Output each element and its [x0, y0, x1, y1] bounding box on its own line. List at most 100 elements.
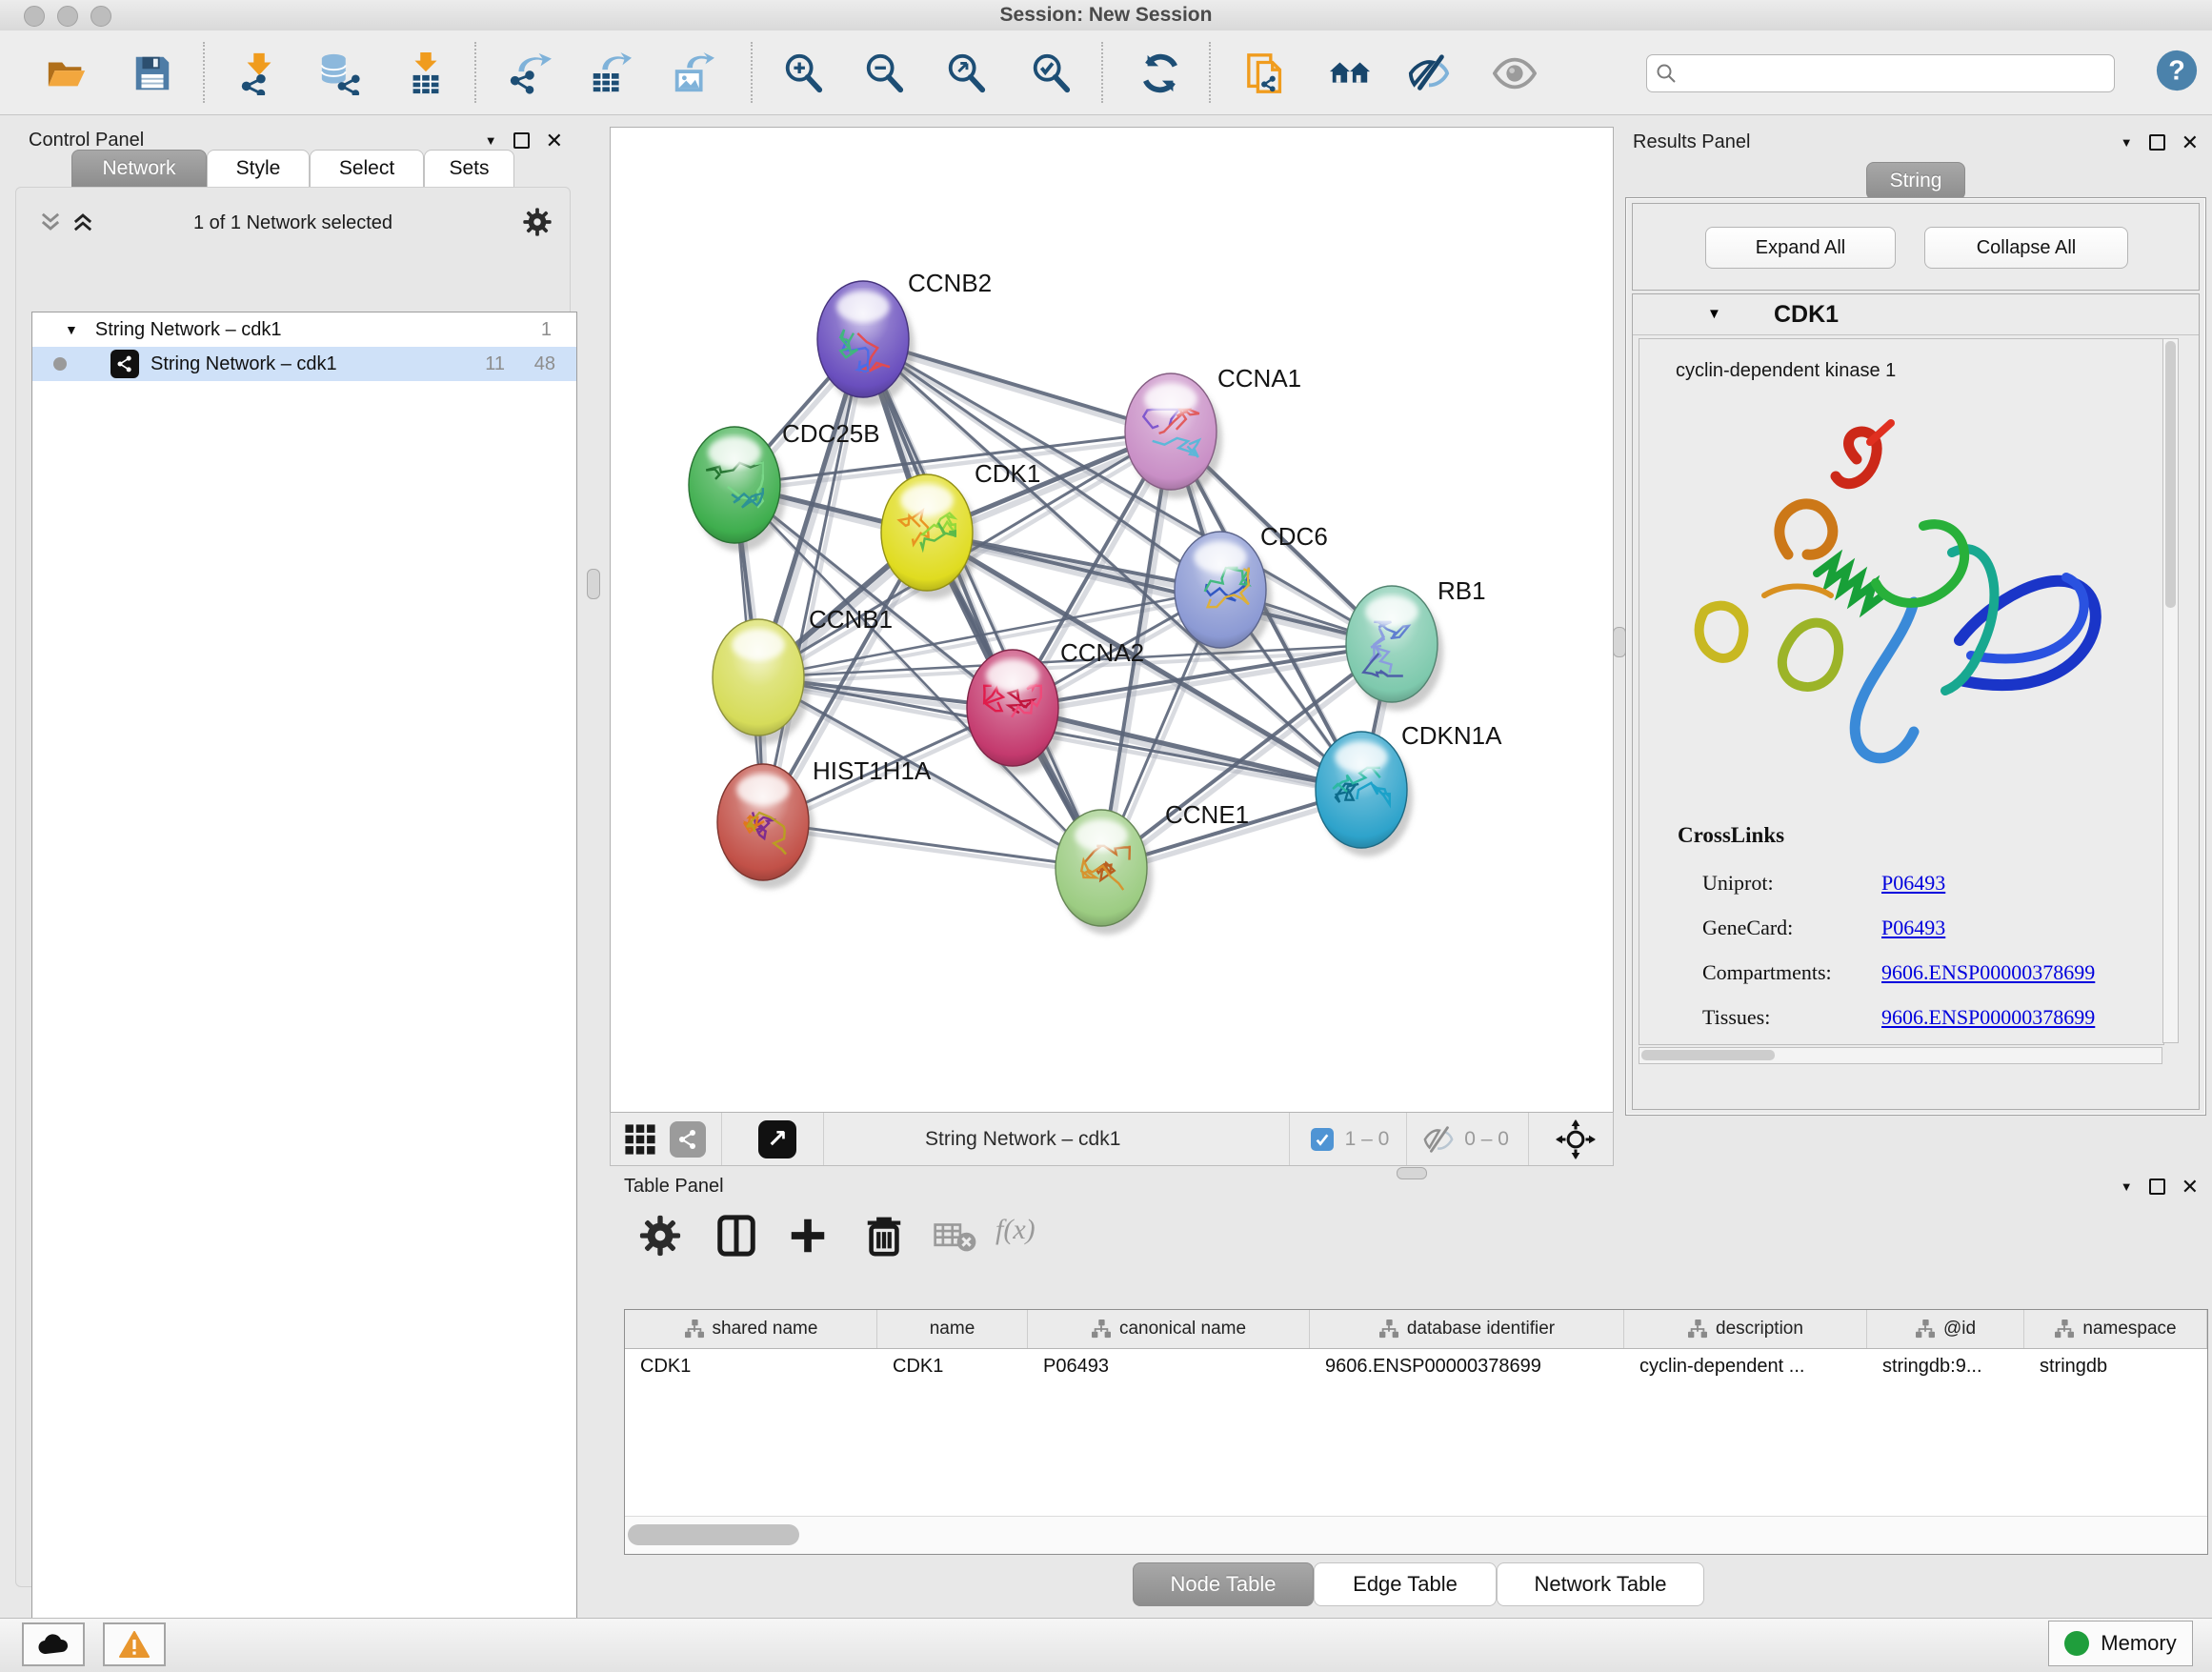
results-horizontal-scrollbar-thumb[interactable] — [1641, 1050, 1775, 1060]
edge-CCNA2-CDKN1A[interactable] — [1013, 708, 1361, 790]
control-panel-float-icon[interactable] — [513, 132, 530, 149]
zoom-fit-icon[interactable] — [944, 51, 988, 95]
table-row[interactable]: CDK1CDK1P064939606.ENSP00000378699cyclin… — [625, 1349, 2207, 1384]
node-label-CDC25B: CDC25B — [782, 419, 880, 448]
network-view-mode-icon[interactable] — [670, 1121, 706, 1158]
control-panel-close-icon[interactable]: ✕ — [546, 134, 563, 148]
network-options-gear-icon[interactable] — [522, 207, 553, 237]
zoom-in-icon[interactable] — [781, 51, 825, 95]
results-panel-float-icon[interactable] — [2149, 134, 2165, 151]
zoom-out-icon[interactable] — [862, 51, 906, 95]
results-panel-close-icon[interactable]: ✕ — [2182, 136, 2199, 150]
zoom-selected-icon[interactable] — [1029, 51, 1073, 95]
birdseye-crosshair-icon[interactable] — [1556, 1119, 1596, 1159]
tab-node-table[interactable]: Node Table — [1133, 1562, 1314, 1606]
table-horizontal-scrollbar[interactable] — [625, 1516, 2207, 1554]
table-cell[interactable]: P06493 — [1028, 1349, 1310, 1384]
export-table-icon[interactable] — [588, 51, 632, 95]
column-header-namespace[interactable]: namespace — [2024, 1310, 2207, 1348]
column-header-shared-name[interactable]: shared name — [625, 1310, 877, 1348]
node-RB1[interactable] — [1346, 586, 1443, 711]
collection-expander-icon[interactable]: ▼ — [65, 322, 78, 337]
window-zoom-button[interactable] — [90, 6, 111, 27]
delete-column-icon[interactable] — [862, 1214, 906, 1258]
results-panel-collapse-icon[interactable]: ▼ — [2121, 135, 2133, 150]
collapse-all-button[interactable]: Collapse All — [1924, 227, 2128, 269]
column-header-description[interactable]: description — [1624, 1310, 1867, 1348]
string-network-graph[interactable]: CCNB2CCNA1CDC25BCDK1CDC6RB1CCNB1CCNA2CDK… — [611, 128, 1613, 1112]
export-network-icon[interactable] — [508, 51, 552, 95]
network-row-selected[interactable]: String Network – cdk1 11 48 — [32, 347, 576, 381]
open-folder-icon[interactable] — [45, 51, 89, 95]
network-canvas[interactable]: CCNB2CCNA1CDC25BCDK1CDC6RB1CCNB1CCNA2CDK… — [610, 127, 1614, 1113]
import-table-icon[interactable] — [404, 51, 448, 95]
clone-network-icon[interactable] — [1245, 51, 1289, 95]
crosslink-label: GeneCard: — [1702, 916, 1793, 940]
tab-string[interactable]: String — [1866, 162, 1965, 200]
first-neighbors-icon[interactable] — [1328, 51, 1372, 95]
show-columns-icon[interactable] — [714, 1214, 758, 1258]
memory-button[interactable]: Memory — [2048, 1621, 2193, 1666]
window-minimize-button[interactable] — [57, 6, 78, 27]
table-panel-close-icon[interactable]: ✕ — [2182, 1180, 2199, 1194]
node-CCNE1[interactable] — [1056, 810, 1153, 935]
node-CCNA1[interactable] — [1125, 373, 1222, 498]
export-image-icon[interactable] — [671, 51, 714, 95]
cloud-sync-button[interactable] — [22, 1622, 85, 1666]
table-horizontal-scrollbar-thumb[interactable] — [628, 1524, 799, 1545]
selected-indicator-checkbox[interactable] — [1311, 1128, 1334, 1151]
control-panel-collapse-icon[interactable]: ▼ — [485, 133, 497, 148]
hide-selected-icon[interactable] — [1407, 51, 1451, 95]
tab-style[interactable]: Style — [207, 150, 310, 188]
left-splitter-handle[interactable] — [587, 569, 600, 599]
import-network-from-database-icon[interactable] — [318, 51, 362, 95]
add-column-icon[interactable] — [786, 1214, 830, 1258]
refresh-icon[interactable] — [1138, 51, 1182, 95]
column-header-database-identifier[interactable]: database identifier — [1310, 1310, 1624, 1348]
tab-select[interactable]: Select — [310, 150, 424, 188]
current-network-name: String Network – cdk1 — [925, 1128, 1120, 1151]
network-current-dot — [53, 357, 67, 371]
save-session-icon[interactable] — [131, 51, 174, 95]
table-panel-float-icon[interactable] — [2149, 1178, 2165, 1195]
column-header--id[interactable]: @id — [1867, 1310, 2024, 1348]
search-input[interactable] — [1685, 62, 2114, 85]
window-close-button[interactable] — [24, 6, 45, 27]
tab-edge-table[interactable]: Edge Table — [1314, 1562, 1497, 1606]
tab-network[interactable]: Network — [71, 150, 207, 188]
crosslink-link[interactable]: P06493 — [1881, 871, 1945, 896]
crosslink-link[interactable]: 9606.ENSP00000378699 — [1881, 1005, 2095, 1030]
results-horizontal-scrollbar[interactable] — [1639, 1047, 2162, 1064]
crosslink-link[interactable]: P06493 — [1881, 916, 1945, 940]
node-CCNB1[interactable] — [713, 619, 810, 744]
node-HIST1H1A[interactable] — [717, 764, 814, 889]
help-icon[interactable]: ? — [2155, 49, 2199, 92]
table-cell[interactable]: stringdb:9... — [1867, 1349, 2024, 1384]
crosslink-link[interactable]: 9606.ENSP00000378699 — [1881, 960, 2095, 985]
warnings-button[interactable] — [103, 1622, 166, 1666]
table-options-gear-icon[interactable] — [638, 1214, 682, 1258]
results-vertical-scrollbar[interactable] — [2162, 338, 2179, 1043]
column-header-name[interactable]: name — [877, 1310, 1028, 1348]
table-cell[interactable]: stringdb — [2024, 1349, 2207, 1384]
expand-all-button[interactable]: Expand All — [1705, 227, 1896, 269]
tab-sets[interactable]: Sets — [424, 150, 514, 188]
table-cell[interactable]: 9606.ENSP00000378699 — [1310, 1349, 1624, 1384]
import-network-icon[interactable] — [237, 51, 281, 95]
detach-view-icon[interactable]: ↗ — [758, 1120, 796, 1158]
table-cell[interactable]: CDK1 — [625, 1349, 877, 1384]
table-panel-collapse-icon[interactable]: ▼ — [2121, 1179, 2133, 1194]
results-vertical-scrollbar-thumb[interactable] — [2165, 341, 2176, 608]
network-collection-row[interactable]: ▼ String Network – cdk1 1 — [32, 312, 576, 347]
network-list-container: 1 of 1 Network selected ▼ String Network… — [15, 187, 571, 1587]
node-CDKN1A[interactable] — [1316, 732, 1413, 856]
table-cell[interactable]: CDK1 — [877, 1349, 1028, 1384]
protein-card-expander-icon[interactable]: ▼ — [1707, 306, 1721, 322]
protein-details: cyclin-dependent kinase 1 — [1639, 338, 2164, 1045]
grid-view-icon[interactable] — [624, 1123, 656, 1156]
node-CDK1[interactable] — [881, 474, 978, 599]
tab-network-table[interactable]: Network Table — [1497, 1562, 1704, 1606]
table-cell[interactable]: cyclin-dependent ... — [1624, 1349, 1867, 1384]
show-all-icon[interactable] — [1493, 51, 1537, 95]
column-header-canonical-name[interactable]: canonical name — [1028, 1310, 1310, 1348]
